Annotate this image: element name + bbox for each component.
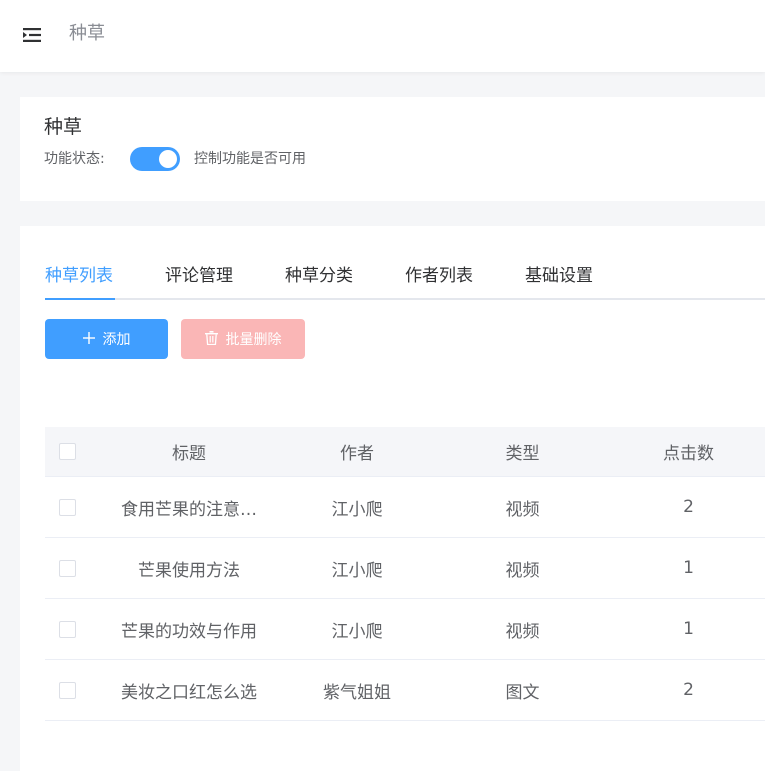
feature-status-label: 功能状态: xyxy=(44,151,105,167)
row-title-cell: 美妆之口红怎么选 xyxy=(89,660,289,720)
row-title: 芒果使用方法 xyxy=(138,560,240,581)
tab-categories[interactable]: 种草分类 xyxy=(285,260,353,300)
row-title: 美妆之口红怎么选 xyxy=(121,682,257,703)
row-author: 紫气姐姐 xyxy=(323,682,391,703)
row-author: 江小爬 xyxy=(331,560,383,581)
row-author: 江小爬 xyxy=(331,499,383,520)
feature-status-card: 种草 功能状态: 控制功能是否可用 xyxy=(20,97,765,201)
column-header-clicks: 点击数 xyxy=(663,444,714,464)
row-title: 芒果的功效与作用 xyxy=(121,621,257,642)
row-title: 食用芒果的注意… xyxy=(121,499,257,520)
toggle-knob xyxy=(159,150,177,168)
row-type: 视频 xyxy=(505,621,540,642)
tab-basic-settings[interactable]: 基础设置 xyxy=(525,260,593,300)
row-clicks: 2 xyxy=(683,680,694,700)
column-header-author: 作者 xyxy=(340,444,374,464)
select-all-checkbox[interactable] xyxy=(58,443,76,460)
table-row: 美妆之口红怎么选 紫气姐姐 图文 2 xyxy=(45,660,765,721)
tab-list[interactable]: 种草列表 xyxy=(45,260,113,300)
row-check-cell xyxy=(45,538,89,598)
row-check-cell xyxy=(45,599,89,659)
table-row: 食用芒果的注意… 江小爬 视频 2 xyxy=(45,477,765,538)
header-check-cell xyxy=(45,427,89,476)
row-clicks: 1 xyxy=(683,558,694,578)
add-button[interactable]: 添加 xyxy=(45,319,168,359)
column-header-type: 类型 xyxy=(505,444,540,464)
top-header: 种草 xyxy=(0,0,765,72)
trash-icon xyxy=(204,330,218,348)
row-checkbox[interactable] xyxy=(58,681,76,699)
row-clicks: 2 xyxy=(683,497,694,517)
row-checkbox[interactable] xyxy=(58,498,76,516)
row-checkbox[interactable] xyxy=(58,559,76,577)
breadcrumb: 种草 xyxy=(69,23,105,44)
tab-authors[interactable]: 作者列表 xyxy=(405,260,473,300)
table-row: 芒果使用方法 江小爬 视频 1 xyxy=(45,538,765,599)
feature-status-toggle[interactable] xyxy=(130,147,180,171)
batch-delete-label: 批量删除 xyxy=(225,331,282,347)
plus-icon xyxy=(82,331,95,347)
row-type: 视频 xyxy=(505,499,540,520)
feature-status-hint: 控制功能是否可用 xyxy=(194,151,306,167)
row-checkbox[interactable] xyxy=(58,620,76,638)
active-tab-indicator xyxy=(45,298,115,300)
main-content-card: 种草列表 评论管理 种草分类 作者列表 基础设置 添加 批量删除 标题 作者 类… xyxy=(20,226,765,771)
row-type: 视频 xyxy=(505,560,540,581)
row-title-cell: 食用芒果的注意… xyxy=(89,477,289,537)
table-header: 标题 作者 类型 点击数 xyxy=(45,427,765,477)
row-title-cell: 芒果使用方法 xyxy=(89,538,289,598)
status-card-title: 种草 xyxy=(44,116,83,138)
row-clicks: 1 xyxy=(683,619,694,639)
tab-comments[interactable]: 评论管理 xyxy=(165,260,233,300)
row-check-cell xyxy=(45,660,89,720)
row-check-cell xyxy=(45,477,89,537)
row-type: 图文 xyxy=(505,682,540,703)
row-title-cell: 芒果的功效与作用 xyxy=(89,599,289,659)
row-author: 江小爬 xyxy=(331,621,383,642)
content-table: 标题 作者 类型 点击数 食用芒果的注意… 江小爬 视频 2 芒果使用方法 江小… xyxy=(45,427,765,721)
add-button-label: 添加 xyxy=(102,331,131,347)
table-row: 芒果的功效与作用 江小爬 视频 1 xyxy=(45,599,765,660)
batch-delete-button[interactable]: 批量删除 xyxy=(181,319,305,359)
column-header-title: 标题 xyxy=(172,444,206,464)
tab-bar: 种草列表 评论管理 种草分类 作者列表 基础设置 xyxy=(45,260,765,300)
menu-fold-icon[interactable] xyxy=(22,25,42,45)
